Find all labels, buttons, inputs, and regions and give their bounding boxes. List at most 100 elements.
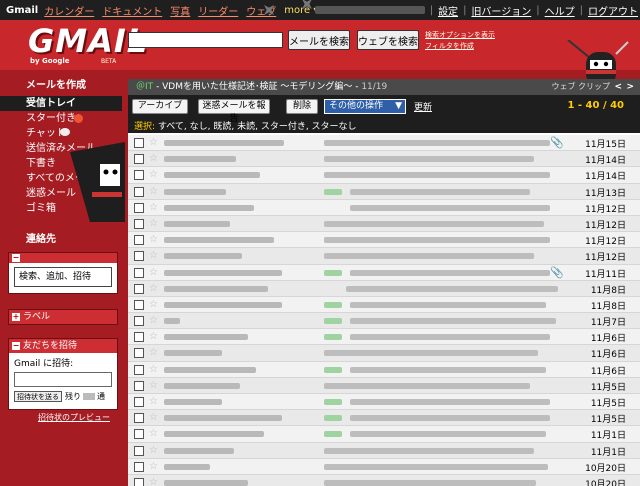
collapse-icon[interactable]: −	[12, 342, 20, 350]
row-checkbox[interactable]	[134, 235, 144, 246]
nav-documents[interactable]: ドキュメント	[102, 3, 162, 18]
row-checkbox[interactable]	[134, 251, 144, 262]
compose-link[interactable]: メールを作成	[26, 76, 86, 91]
row-checkbox[interactable]	[134, 380, 144, 391]
row-checkbox[interactable]	[134, 429, 144, 440]
table-row[interactable]: ☆ 11月6日	[128, 345, 640, 362]
sidebar-item-chat[interactable]: チャット	[0, 126, 122, 141]
star-icon[interactable]: ☆	[149, 445, 158, 456]
star-icon[interactable]: ☆	[149, 169, 158, 180]
star-icon[interactable]: ☆	[149, 186, 158, 197]
row-checkbox[interactable]	[134, 316, 144, 327]
table-row[interactable]: ☆ 11月5日	[128, 377, 640, 394]
row-checkbox[interactable]	[134, 202, 144, 213]
table-row[interactable]: ☆ 11月12日	[128, 248, 640, 265]
create-filter-link[interactable]: フィルタを作成	[425, 41, 495, 52]
settings-link[interactable]: 設定	[438, 3, 458, 18]
star-icon[interactable]: ☆	[149, 137, 158, 148]
row-checkbox[interactable]	[134, 283, 144, 294]
archive-button[interactable]: アーカイブ	[132, 99, 188, 114]
table-row[interactable]: ☆ 11月1日	[128, 426, 640, 443]
row-checkbox[interactable]	[134, 186, 144, 197]
star-icon[interactable]: ☆	[149, 267, 158, 278]
table-row[interactable]: ☆ 11月6日	[128, 361, 640, 378]
star-icon[interactable]: ☆	[149, 299, 158, 310]
search-mail-button[interactable]: メールを検索	[288, 30, 350, 50]
report-spam-button[interactable]: 迷惑メールを報告	[198, 99, 270, 124]
row-checkbox[interactable]	[134, 477, 144, 486]
table-row[interactable]: ☆ 11月6日	[128, 329, 640, 346]
row-checkbox[interactable]	[134, 348, 144, 359]
row-checkbox[interactable]	[134, 218, 144, 229]
sidebar-item-inbox[interactable]: 受信トレイ	[0, 96, 122, 111]
send-invite-button[interactable]: 招待状を送る	[14, 391, 62, 402]
collapse-icon[interactable]: −	[12, 254, 20, 262]
table-row[interactable]: ☆ 11月14日	[128, 167, 640, 184]
nav-calendar[interactable]: カレンダー	[44, 3, 94, 18]
star-icon[interactable]: ☆	[149, 283, 158, 294]
row-checkbox[interactable]	[134, 267, 144, 278]
star-icon[interactable]: ☆	[149, 202, 158, 213]
search-web-button[interactable]: ウェブを検索	[357, 30, 419, 50]
row-checkbox[interactable]	[134, 299, 144, 310]
star-icon[interactable]: ☆	[149, 250, 158, 261]
star-icon[interactable]: ☆	[149, 428, 158, 439]
row-checkbox[interactable]	[134, 461, 144, 472]
star-icon[interactable]: ☆	[149, 477, 158, 486]
star-icon[interactable]: ☆	[149, 396, 158, 407]
gmail-brand-link[interactable]: Gmail	[6, 5, 38, 16]
select-options[interactable]: すべて, なし, 既読, 未読, スター付き, スターなし	[158, 122, 357, 132]
star-icon[interactable]: ☆	[149, 364, 158, 375]
nav-reader[interactable]: リーダー	[198, 3, 238, 18]
row-checkbox[interactable]	[134, 445, 144, 456]
table-row[interactable]: ☆ 📎 11月11日	[128, 264, 640, 281]
nav-web[interactable]: ウェブ	[246, 3, 276, 18]
row-checkbox[interactable]	[134, 170, 144, 181]
table-row[interactable]: ☆ 11月12日	[128, 215, 640, 233]
star-icon[interactable]: ☆	[149, 331, 158, 342]
table-row[interactable]: ☆ 11月8日	[128, 280, 640, 297]
star-icon[interactable]: ☆	[149, 461, 158, 472]
star-icon[interactable]: ☆	[149, 412, 158, 423]
help-link[interactable]: ヘルプ	[545, 3, 575, 18]
contacts-search-input[interactable]: 検索、追加、招待	[14, 267, 112, 287]
row-checkbox[interactable]	[134, 138, 144, 148]
table-row[interactable]: ☆ 11月12日	[128, 232, 640, 249]
refresh-link[interactable]: 更新	[414, 100, 432, 113]
search-input[interactable]	[128, 32, 283, 48]
star-icon[interactable]: ☆	[149, 234, 158, 245]
nav-photos[interactable]: 写真	[170, 3, 190, 18]
delete-button[interactable]: 削除	[286, 99, 318, 114]
row-checkbox[interactable]	[134, 364, 144, 375]
row-checkbox[interactable]	[134, 397, 144, 407]
contacts-heading[interactable]: 連絡先	[26, 230, 56, 245]
sidebar-item-starred[interactable]: スター付き	[0, 111, 122, 126]
table-row[interactable]: ☆ 11月12日	[128, 199, 640, 216]
table-row[interactable]: ☆ 📎 11月15日	[128, 135, 640, 152]
next-clip-icon[interactable]: >	[626, 79, 634, 95]
more-actions-select[interactable]: その他の操作 ▼	[324, 99, 406, 114]
table-row[interactable]: ☆ 11月7日	[128, 313, 640, 330]
star-icon[interactable]: ☆	[149, 380, 158, 391]
row-checkbox[interactable]	[134, 154, 144, 165]
table-row[interactable]: ☆ 11月5日	[128, 410, 640, 427]
table-row[interactable]: ☆ 11月1日	[128, 442, 640, 459]
web-clip-ticker[interactable]: ＠IT - VDMを用いた仕様記述･検証 ～モデリング編～ - 11/19 ウェ…	[128, 79, 640, 95]
logout-link[interactable]: ログアウト	[588, 3, 638, 18]
table-row[interactable]: ☆ 11月13日	[128, 183, 640, 200]
table-row[interactable]: ☆ 11月8日	[128, 296, 640, 314]
table-row[interactable]: ☆ 10月20日	[128, 474, 640, 486]
row-checkbox[interactable]	[134, 413, 144, 424]
star-icon[interactable]: ☆	[149, 347, 158, 358]
invite-email-input[interactable]	[14, 372, 112, 387]
invite-panel-header[interactable]: − 友だちを招待	[9, 339, 117, 353]
prev-clip-icon[interactable]: <	[614, 79, 622, 95]
table-row[interactable]: ☆ 11月14日	[128, 151, 640, 168]
labels-panel-header[interactable]: + ラベル	[9, 310, 117, 324]
old-version-link[interactable]: 旧バージョン	[471, 3, 531, 18]
star-icon[interactable]: ☆	[149, 218, 158, 229]
star-icon[interactable]: ☆	[149, 153, 158, 164]
row-checkbox[interactable]	[134, 332, 144, 343]
table-row[interactable]: ☆ 10月20日	[128, 458, 640, 475]
star-icon[interactable]: ☆	[149, 315, 158, 326]
